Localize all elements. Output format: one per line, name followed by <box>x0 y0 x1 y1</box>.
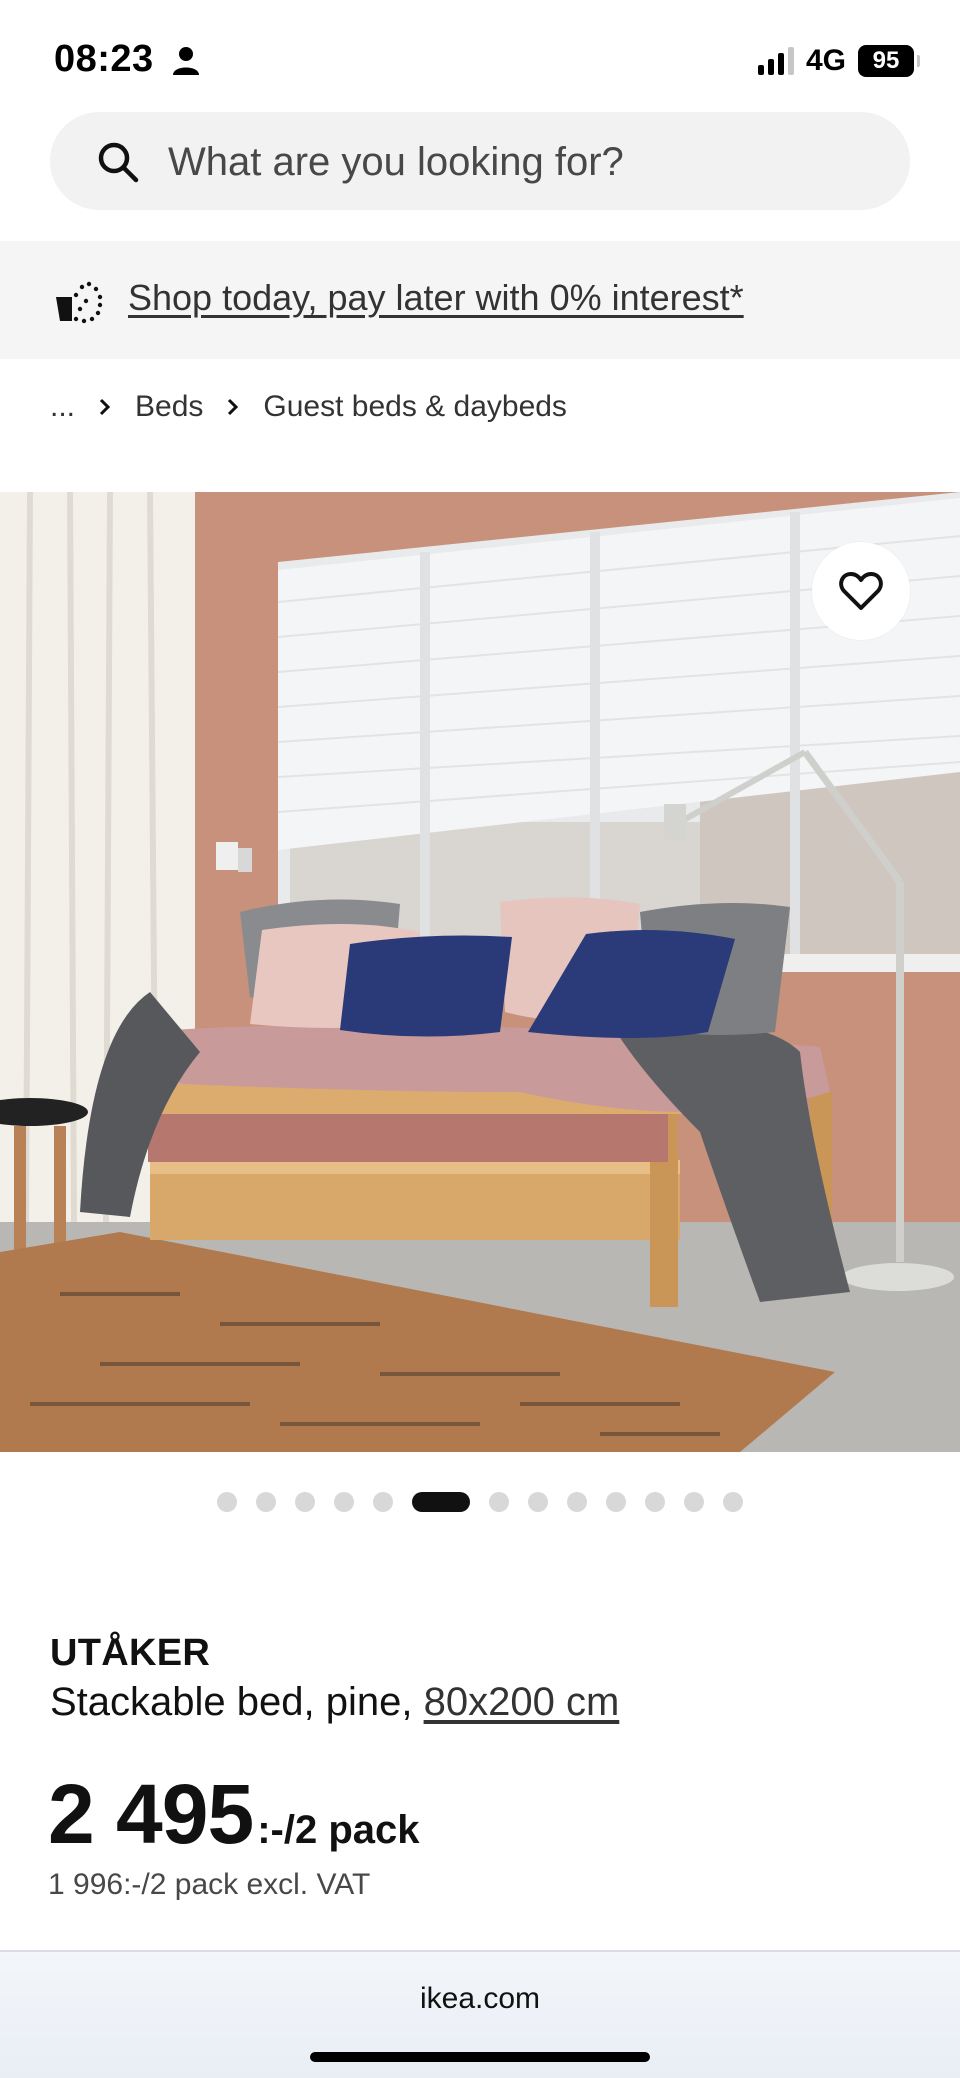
product-description: Stackable bed, pine, 80x200 cm <box>50 1680 619 1725</box>
signal-icon <box>757 47 794 75</box>
browser-address-bar[interactable]: ikea.com <box>0 1950 960 2078</box>
gallery-dot[interactable] <box>684 1492 704 1512</box>
price-excl-vat: 1 996:-/2 pack excl. VAT <box>48 1868 371 1901</box>
price-suffix: :-/2 pack <box>257 1808 420 1852</box>
search-icon <box>98 142 139 183</box>
product-image[interactable] <box>0 492 960 1452</box>
product-photo <box>0 492 960 1452</box>
piggy-bank-icon <box>56 281 103 324</box>
heart-icon <box>839 572 883 610</box>
gallery-dot[interactable] <box>373 1492 393 1512</box>
gallery-dot[interactable] <box>295 1492 315 1512</box>
gallery-dot[interactable] <box>723 1492 743 1512</box>
gallery-dot[interactable] <box>567 1492 587 1512</box>
gallery-dot[interactable] <box>256 1492 276 1512</box>
product-name: UTÅKER <box>50 1632 211 1674</box>
person-icon <box>173 47 199 75</box>
promo-link[interactable]: Shop today, pay later with 0% interest* <box>128 277 744 319</box>
chevron-right-icon <box>99 398 111 416</box>
gallery-dot[interactable] <box>489 1492 509 1512</box>
product-price: 2 495:-/2 pack <box>48 1766 420 1863</box>
status-indicators: 4G 95 <box>757 44 920 78</box>
home-indicator <box>310 2052 650 2062</box>
promo-banner[interactable]: Shop today, pay later with 0% interest* <box>0 241 960 359</box>
chevron-right-icon <box>228 398 239 416</box>
gallery-pager <box>0 1490 960 1514</box>
status-time: 08:23 <box>54 38 154 80</box>
search-bar[interactable] <box>50 112 910 210</box>
favorite-button[interactable] <box>812 542 910 640</box>
price-amount: 2 495 <box>48 1767 254 1861</box>
breadcrumb-item-beds[interactable]: Beds <box>135 390 203 424</box>
breadcrumb: ... Beds Guest beds & daybeds <box>50 390 567 424</box>
gallery-dot[interactable] <box>217 1492 237 1512</box>
breadcrumb-ellipsis[interactable]: ... <box>50 390 75 424</box>
gallery-dot[interactable] <box>606 1492 626 1512</box>
browser-url[interactable]: ikea.com <box>0 1982 960 2016</box>
gallery-dot-active[interactable] <box>412 1492 470 1512</box>
status-bar: 08:23 4G 95 <box>0 0 960 118</box>
product-size-link[interactable]: 80x200 cm <box>424 1680 620 1724</box>
product-description-text: Stackable bed, pine, <box>50 1680 424 1724</box>
breadcrumb-item-guest-beds[interactable]: Guest beds & daybeds <box>263 390 567 424</box>
gallery-dot[interactable] <box>528 1492 548 1512</box>
gallery-dot[interactable] <box>645 1492 665 1512</box>
battery-icon: 95 <box>858 45 920 77</box>
network-label: 4G <box>805 44 846 77</box>
search-input[interactable] <box>168 134 868 190</box>
gallery-dot[interactable] <box>334 1492 354 1512</box>
